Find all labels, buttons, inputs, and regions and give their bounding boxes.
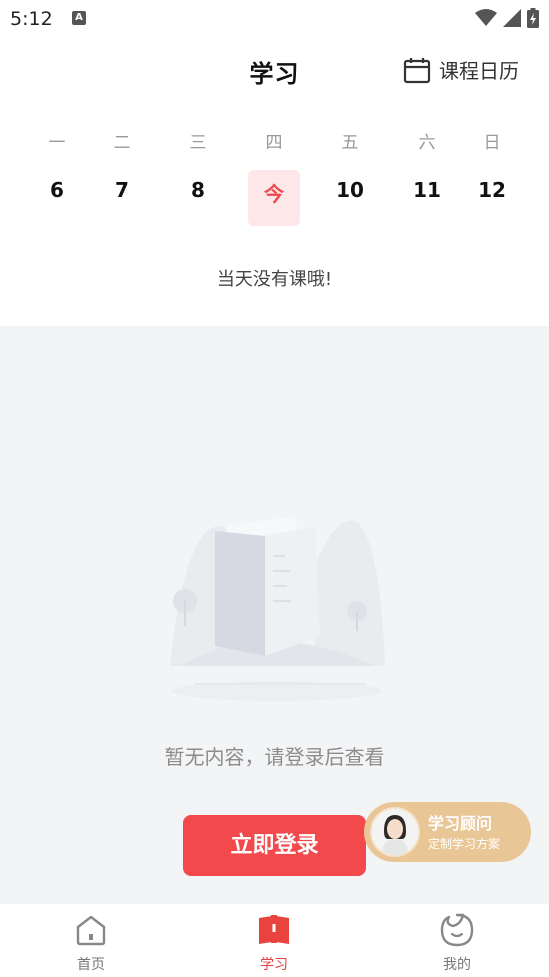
person-icon	[372, 809, 418, 855]
date-item[interactable]: 7	[96, 170, 148, 226]
battery-icon	[527, 8, 539, 28]
notification-icon: A	[72, 11, 86, 25]
date-item[interactable]: 10	[324, 170, 376, 226]
book-icon	[259, 915, 289, 944]
status-time: 5:12	[10, 8, 53, 30]
course-calendar-button[interactable]: 课程日历	[403, 55, 519, 84]
course-calendar-label: 课程日历	[439, 59, 519, 83]
wifi-icon	[475, 9, 497, 26]
weekday-label: 五	[341, 133, 359, 153]
tab-home-label: 首页	[77, 957, 105, 973]
status-icons	[475, 8, 539, 28]
signal-icon	[503, 9, 521, 27]
home-icon	[76, 915, 106, 946]
date-item-today[interactable]: 今	[248, 170, 300, 226]
weekday-label: 四	[265, 133, 283, 153]
profile-icon	[440, 913, 474, 947]
status-bar: 5:12 A	[0, 0, 549, 38]
advisor-avatar	[370, 807, 420, 857]
tab-mine-label: 我的	[443, 957, 471, 973]
weekday-row: 一 二 三 四 五 六 日	[0, 128, 549, 158]
weekday-label: 六	[418, 133, 436, 153]
weekday-label: 二	[113, 133, 131, 153]
date-row: 6 7 8 今 10 11 12	[0, 170, 549, 228]
date-item[interactable]: 11	[401, 170, 453, 226]
date-item[interactable]: 12	[466, 170, 518, 226]
empty-state-message: 暂无内容，请登录后查看	[164, 745, 385, 769]
tab-study[interactable]: 学习	[229, 912, 319, 974]
weekday-label: 三	[189, 133, 207, 153]
date-item[interactable]: 6	[31, 170, 83, 226]
date-item[interactable]: 8	[172, 170, 224, 226]
advisor-subtitle: 定制学习方案	[428, 837, 501, 851]
tab-mine[interactable]: 我的	[412, 912, 502, 974]
login-button[interactable]: 立即登录	[183, 815, 366, 876]
bottom-tab-bar: 首页 学习 我的	[0, 904, 549, 977]
no-class-message: 当天没有课哦!	[216, 269, 333, 290]
weekday-label: 日	[483, 133, 501, 153]
header: 学习 课程日历	[0, 40, 549, 102]
calendar-icon	[403, 57, 431, 83]
advisor-title: 学习顾问	[428, 814, 493, 833]
content-area: 暂无内容，请登录后查看 立即登录 学习顾问 定制学习方案	[0, 326, 549, 904]
empty-book-illustration	[170, 516, 385, 701]
study-advisor-button[interactable]: 学习顾问 定制学习方案	[364, 802, 531, 862]
tab-study-label: 学习	[260, 957, 288, 973]
weekday-label: 一	[48, 133, 66, 153]
tab-home[interactable]: 首页	[46, 912, 136, 974]
